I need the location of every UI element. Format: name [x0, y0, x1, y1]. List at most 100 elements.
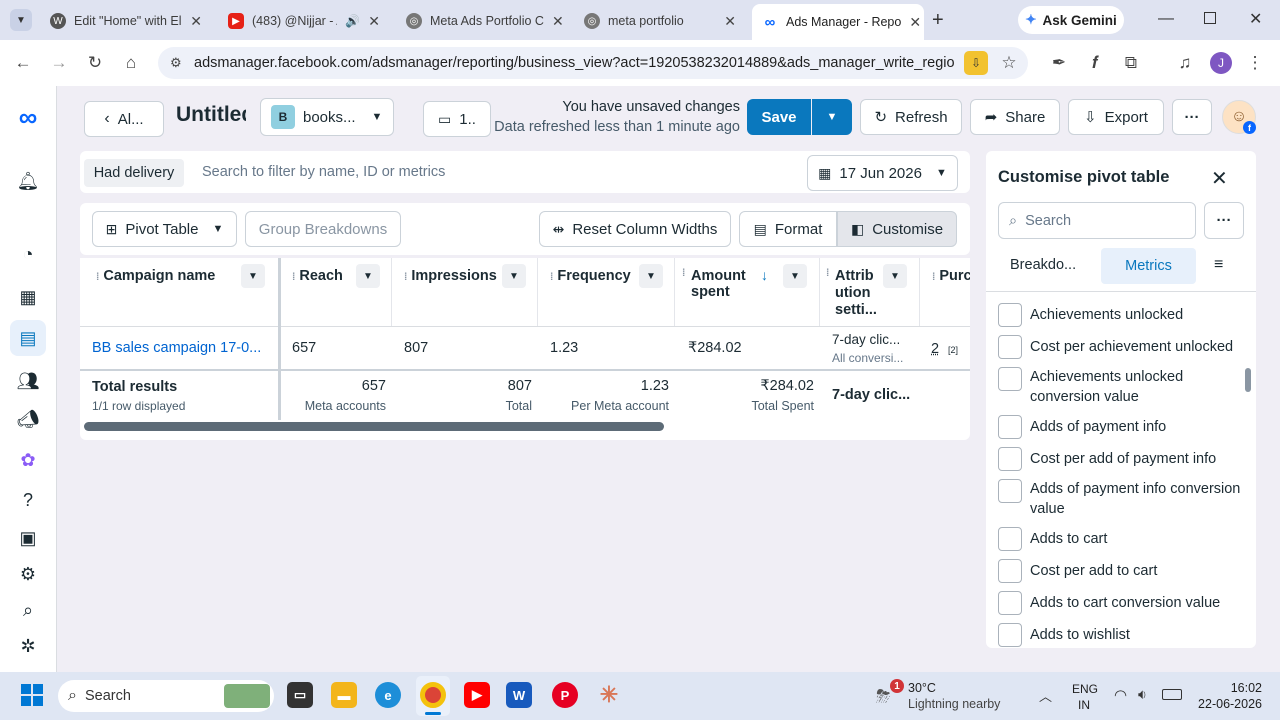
word-icon[interactable]: W — [506, 682, 532, 708]
forward-icon[interactable]: → — [48, 52, 70, 74]
metric-checkbox[interactable] — [998, 415, 1022, 439]
browser-tab[interactable]: ◎ meta portfolio ✕ — [574, 6, 746, 36]
chrome-icon[interactable] — [420, 682, 446, 708]
pinterest-icon[interactable]: P — [552, 682, 578, 708]
speaker-icon[interactable]: 🔊 — [345, 14, 360, 28]
file-explorer-icon[interactable]: ▬ — [331, 682, 357, 708]
panel-more-button[interactable]: ··· — [1204, 202, 1244, 239]
help-icon[interactable]: ? — [16, 488, 40, 512]
site-info-icon[interactable]: ⚙ — [170, 55, 182, 71]
edge-browser-icon[interactable]: e — [375, 682, 401, 708]
drag-handle-icon[interactable]: ⁞ — [96, 272, 99, 283]
gauge-icon[interactable]: ◔ — [16, 242, 40, 266]
column-menu-button[interactable]: ▼ — [241, 264, 265, 288]
browser-tab-active[interactable]: ∞ Ads Manager - Repo ✕ — [752, 4, 924, 40]
report-title[interactable]: Untitled — [176, 103, 246, 127]
home-icon[interactable]: ⌂ — [120, 52, 142, 74]
input-language-bottom[interactable]: IN — [1078, 698, 1090, 712]
input-language-top[interactable]: ENG — [1072, 682, 1098, 696]
tab-search-button[interactable]: ▼ — [10, 9, 32, 31]
metric-checkbox[interactable] — [998, 559, 1022, 583]
campaign-name-link[interactable]: BB sales campaign 17-0... — [92, 340, 261, 356]
close-tab-icon[interactable]: ✕ — [724, 13, 736, 30]
reload-icon[interactable]: ↻ — [84, 52, 106, 74]
back-icon[interactable]: ← — [12, 52, 34, 74]
close-tab-icon[interactable]: ✕ — [190, 13, 202, 30]
windows-start-icon[interactable] — [21, 684, 43, 706]
browser-menu-icon[interactable]: ⋮ — [1244, 52, 1266, 74]
claude-app-icon[interactable]: ✳ — [596, 682, 622, 708]
reset-column-widths-button[interactable]: ⇹ Reset Column Widths — [539, 211, 731, 247]
media-control-icon[interactable]: ♫ — [1174, 52, 1196, 74]
metric-checkbox[interactable] — [998, 335, 1022, 359]
pivot-table-dropdown[interactable]: ⊞ Pivot Table ▼ — [92, 211, 237, 247]
extensions-puzzle-icon[interactable]: ⧉ — [1120, 52, 1142, 74]
apps-flower-icon[interactable]: ✿ — [16, 448, 40, 472]
drag-handle-icon[interactable]: ⁞ — [682, 268, 685, 279]
column-menu-button[interactable]: ▼ — [502, 264, 526, 288]
meta-logo-icon[interactable]: ∞ — [13, 102, 43, 132]
address-bar[interactable]: ⚙ adsmanager.facebook.com/adsmanager/rep… — [158, 47, 1028, 79]
export-button[interactable]: ⇩ Export — [1068, 99, 1164, 135]
back-to-reports-button[interactable]: ‹ Al... — [84, 101, 164, 137]
save-button[interactable]: Save — [747, 99, 811, 135]
drag-handle-icon[interactable]: ⁞ — [292, 272, 295, 283]
weather-icon[interactable]: ⛈ — [876, 686, 890, 707]
column-menu-button[interactable]: ▼ — [356, 264, 380, 288]
share-button[interactable]: ➦ Share — [970, 99, 1060, 135]
search-icon[interactable]: ⌕ — [16, 598, 40, 622]
grid-table-icon[interactable]: ▦ — [16, 285, 40, 309]
tab-breakdowns[interactable]: Breakdo... — [1010, 257, 1076, 273]
metric-checkbox[interactable] — [998, 591, 1022, 615]
panel-scrollbar[interactable] — [1245, 368, 1251, 392]
pages-icon[interactable]: ▣ — [16, 526, 40, 550]
notifications-bell-icon[interactable]: 🔔︎ — [16, 169, 40, 193]
metrics-search-input[interactable]: ⌕ Search — [998, 202, 1196, 239]
drag-handle-icon[interactable]: ⁞ — [932, 272, 935, 283]
refresh-button[interactable]: ↻ Refresh — [860, 99, 962, 135]
metric-checkbox[interactable] — [998, 447, 1022, 471]
metric-checkbox[interactable] — [998, 303, 1022, 327]
close-tab-icon[interactable]: ✕ — [552, 13, 564, 30]
extension-pen-icon[interactable]: ✒ — [1048, 52, 1070, 74]
metric-checkbox[interactable] — [998, 479, 1022, 503]
clock-date[interactable]: 22-06-2026 — [1186, 697, 1262, 711]
audience-icon[interactable]: 👥︎ — [16, 369, 40, 393]
close-tab-icon[interactable]: ✕ — [368, 13, 380, 30]
save-options-dropdown[interactable]: ▼ — [812, 99, 852, 135]
extension-font-icon[interactable]: 𝒇 — [1084, 52, 1106, 74]
browser-tab[interactable]: W Edit "Home" with El ✕ — [40, 6, 212, 36]
tab-metrics[interactable]: Metrics — [1101, 248, 1196, 284]
gemini-button[interactable]: ✦ Ask Gemini — [1018, 6, 1124, 34]
column-menu-button[interactable]: ▼ — [883, 264, 907, 288]
task-view-icon[interactable]: ▭ — [287, 682, 313, 708]
had-delivery-filter-chip[interactable]: Had delivery — [84, 159, 184, 187]
group-breakdowns-button[interactable]: Group Breakdowns — [245, 211, 401, 247]
close-window-icon[interactable]: ✕ — [1249, 9, 1262, 29]
drag-handle-icon[interactable]: ⁞ — [404, 272, 407, 283]
metric-checkbox[interactable] — [998, 367, 1022, 391]
weather-temperature[interactable]: 30°C — [908, 681, 936, 695]
wifi-icon[interactable]: ◠ — [1114, 686, 1127, 704]
youtube-app-icon[interactable]: ▶ — [464, 682, 490, 708]
horizontal-scrollbar[interactable] — [84, 422, 664, 431]
filter-search-input[interactable]: Search to filter by name, ID or metrics — [202, 164, 445, 180]
install-app-icon[interactable]: ⇩ — [964, 51, 988, 75]
format-button[interactable]: ▤ Format — [739, 211, 837, 247]
show-hidden-icons-chevron[interactable]: ︿ — [1039, 686, 1052, 705]
weather-description[interactable]: Lightning nearby — [908, 697, 1000, 711]
browser-tab[interactable]: ▶ (483) @Nijjar - A 🔊 ✕ — [218, 6, 390, 36]
volume-icon[interactable]: 🔉︎ — [1138, 686, 1147, 703]
bookmark-star-icon[interactable]: ☆ — [998, 52, 1020, 74]
reports-icon-selected[interactable]: ▤ — [10, 320, 46, 356]
date-range-picker[interactable]: ▦ 17 Jun 2026 ▼ — [807, 155, 958, 191]
metric-checkbox[interactable] — [998, 623, 1022, 647]
new-tab-icon[interactable]: + — [932, 9, 944, 32]
column-menu-button[interactable]: ▼ — [639, 264, 663, 288]
maximize-icon[interactable] — [1204, 12, 1216, 24]
ad-account-selector[interactable]: B books... ▼ — [260, 98, 394, 136]
profile-avatar[interactable]: J — [1210, 52, 1232, 74]
taskbar-search-box[interactable]: ⌕ Search — [58, 680, 274, 712]
metric-checkbox[interactable] — [998, 527, 1022, 551]
battery-icon[interactable] — [1162, 689, 1182, 700]
